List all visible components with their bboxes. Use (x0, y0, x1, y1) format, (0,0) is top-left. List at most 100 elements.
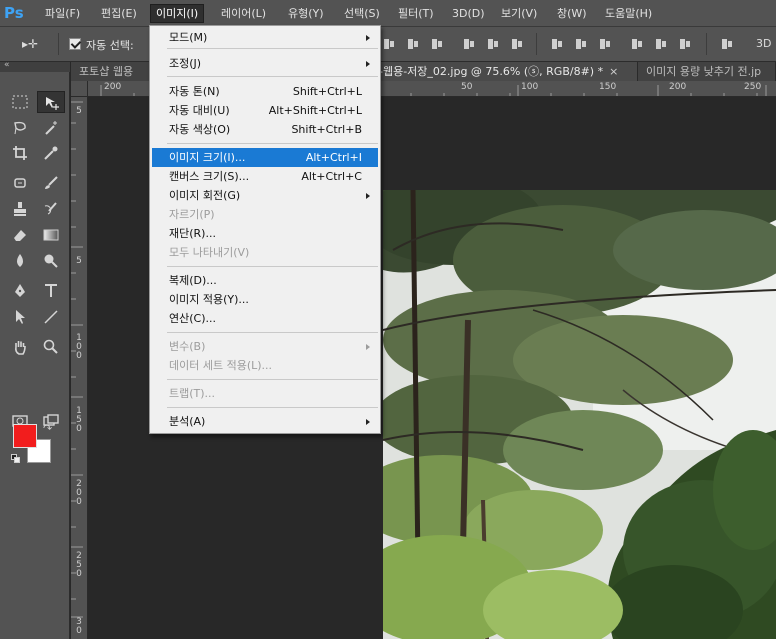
type-tool-icon[interactable] (37, 280, 65, 302)
menu-item-label: 이미지 크기(I)... (169, 151, 246, 164)
image-menu-dropdown: 모드(M) 조정(J) 자동 톤(N) Shift+Ctrl+L 자동 대비(U… (149, 25, 381, 434)
spot-healing-tool-icon[interactable] (6, 172, 34, 194)
menu-item-variables[interactable]: 변수(B) (152, 337, 378, 356)
align-right-icon[interactable] (510, 37, 524, 51)
menu-select[interactable]: 선택(S) (339, 4, 385, 23)
menu-view[interactable]: 보기(V) (496, 4, 542, 23)
move-tool-preset-icon[interactable]: ▸✛ (22, 37, 44, 51)
menu-item-image-size[interactable]: 이미지 크기(I)... Alt+Ctrl+I (152, 148, 378, 167)
eyedropper-tool-icon[interactable] (37, 142, 65, 164)
menu-separator (167, 76, 378, 77)
tab-document-1[interactable]: 포토샵 웹용 (71, 62, 151, 81)
menu-edit[interactable]: 편집(E) (96, 4, 142, 23)
crop-tool-icon[interactable] (6, 142, 34, 164)
distribute-vertical-center-icon[interactable] (574, 37, 588, 51)
distribute-bottom-icon[interactable] (598, 37, 612, 51)
foreground-color-swatch[interactable] (13, 424, 37, 448)
tab-label: 이미지 용량 낮추기 전.jp (646, 65, 762, 78)
auto-select-checkbox[interactable] (69, 38, 81, 50)
menu-item-label: 분석(A) (169, 415, 206, 428)
menu-item-auto-tone[interactable]: 자동 톤(N) Shift+Ctrl+L (152, 82, 378, 101)
ruler-origin[interactable] (71, 81, 88, 97)
menu-item-mode[interactable]: 모드(M) (152, 28, 378, 47)
menu-item-apply-data-set[interactable]: 데이터 세트 적용(L)... (152, 356, 378, 375)
ruler-tick-label: 5 (76, 256, 82, 266)
menu-item-calculations[interactable]: 연산(C)... (152, 309, 378, 328)
align-bottom-icon[interactable] (430, 37, 444, 51)
menu-item-trap[interactable]: 트랩(T)... (152, 384, 378, 403)
vertical-ruler[interactable]: 5 5 1 0 0 1 5 0 2 0 0 2 5 0 3 0 (71, 97, 88, 639)
marquee-tool-icon[interactable] (6, 92, 34, 114)
auto-align-layers-icon[interactable] (720, 37, 734, 51)
menu-help[interactable]: 도움말(H) (600, 4, 657, 23)
magic-wand-tool-icon[interactable] (37, 117, 65, 139)
line-tool-icon[interactable] (37, 306, 65, 328)
menu-item-image-rotation[interactable]: 이미지 회전(G) (152, 186, 378, 205)
menu-item-trim[interactable]: 재단(R)... (152, 224, 378, 243)
menu-item-reveal-all[interactable]: 모두 나타내기(V) (152, 243, 378, 262)
menu-image[interactable]: 이미지(I) (150, 4, 205, 23)
menu-item-label: 자르기(P) (169, 208, 215, 221)
menu-item-shortcut: Alt+Shift+Ctrl+L (268, 104, 362, 117)
tab-close-icon[interactable]: × (609, 65, 618, 78)
pen-tool-icon[interactable] (6, 280, 34, 302)
menu-separator (167, 266, 378, 267)
align-vertical-center-icon[interactable] (406, 37, 420, 51)
menu-layer[interactable]: 레이어(L) (216, 4, 271, 23)
align-top-icon[interactable] (382, 37, 396, 51)
distribute-top-icon[interactable] (550, 37, 564, 51)
distribute-horizontal-center-icon[interactable] (654, 37, 668, 51)
photoshop-logo: Ps (4, 4, 24, 22)
path-selection-tool-icon[interactable] (6, 306, 34, 328)
menu-item-auto-color[interactable]: 자동 색상(O) Shift+Ctrl+B (152, 120, 378, 139)
hand-tool-icon[interactable] (6, 336, 34, 358)
menu-item-canvas-size[interactable]: 캔버스 크기(S)... Alt+Ctrl+C (152, 167, 378, 186)
3d-mode-label[interactable]: 3D (756, 37, 771, 50)
eraser-tool-icon[interactable] (6, 224, 34, 246)
tab-document-3[interactable]: 이미지 용량 낮추기 전.jp (638, 62, 776, 81)
gradient-tool-icon[interactable] (37, 224, 65, 246)
submenu-arrow-icon (366, 419, 370, 425)
align-horizontal-center-icon[interactable] (486, 37, 500, 51)
menu-item-label: 데이터 세트 적용(L)... (169, 359, 273, 372)
distribute-right-icon[interactable] (678, 37, 692, 51)
lasso-tool-icon[interactable] (6, 117, 34, 139)
zoom-tool-icon[interactable] (37, 336, 65, 358)
menu-separator (167, 143, 378, 144)
menu-separator (167, 379, 378, 380)
options-bar: ▸✛ 자동 선택: 3D (0, 27, 776, 62)
submenu-arrow-icon (366, 344, 370, 350)
options-separator (706, 33, 707, 55)
toolbox-header: « (0, 60, 70, 72)
menu-item-adjustments[interactable]: 조정(J) (152, 54, 378, 73)
dodge-tool-icon[interactable] (37, 250, 65, 272)
menu-item-auto-contrast[interactable]: 자동 대비(U) Alt+Shift+Ctrl+L (152, 101, 378, 120)
menu-item-analysis[interactable]: 분석(A) (152, 412, 378, 431)
distribute-left-icon[interactable] (630, 37, 644, 51)
clone-stamp-tool-icon[interactable] (6, 198, 34, 220)
align-left-icon[interactable] (462, 37, 476, 51)
menu-item-crop[interactable]: 자르기(P) (152, 205, 378, 224)
menu-item-duplicate[interactable]: 복제(D)... (152, 271, 378, 290)
default-colors-icon[interactable] (11, 454, 21, 464)
document-image[interactable] (383, 190, 776, 639)
toolbox: « ↷ (0, 60, 70, 639)
ruler-tick-label: 50 (461, 82, 473, 92)
blur-tool-icon[interactable] (6, 250, 34, 272)
history-brush-tool-icon[interactable] (37, 198, 65, 220)
menu-3d[interactable]: 3D(D) (447, 4, 490, 23)
screen-mode-icon[interactable] (37, 410, 65, 432)
menu-file[interactable]: 파일(F) (40, 4, 85, 23)
collapse-arrows-icon[interactable]: « (4, 60, 10, 70)
menu-item-apply-image[interactable]: 이미지 적용(Y)... (152, 290, 378, 309)
menu-type[interactable]: 유형(Y) (283, 4, 329, 23)
menu-item-label: 연산(C)... (169, 312, 216, 325)
menu-item-label: 재단(R)... (169, 227, 216, 240)
ruler-tick-label: 3 0 (76, 617, 82, 636)
move-tool-icon[interactable] (37, 91, 65, 113)
brush-tool-icon[interactable] (37, 172, 65, 194)
options-separator (58, 33, 59, 55)
menu-window[interactable]: 창(W) (552, 4, 592, 23)
ruler-tick-label: 2 5 0 (76, 551, 82, 579)
menu-filter[interactable]: 필터(T) (393, 4, 439, 23)
